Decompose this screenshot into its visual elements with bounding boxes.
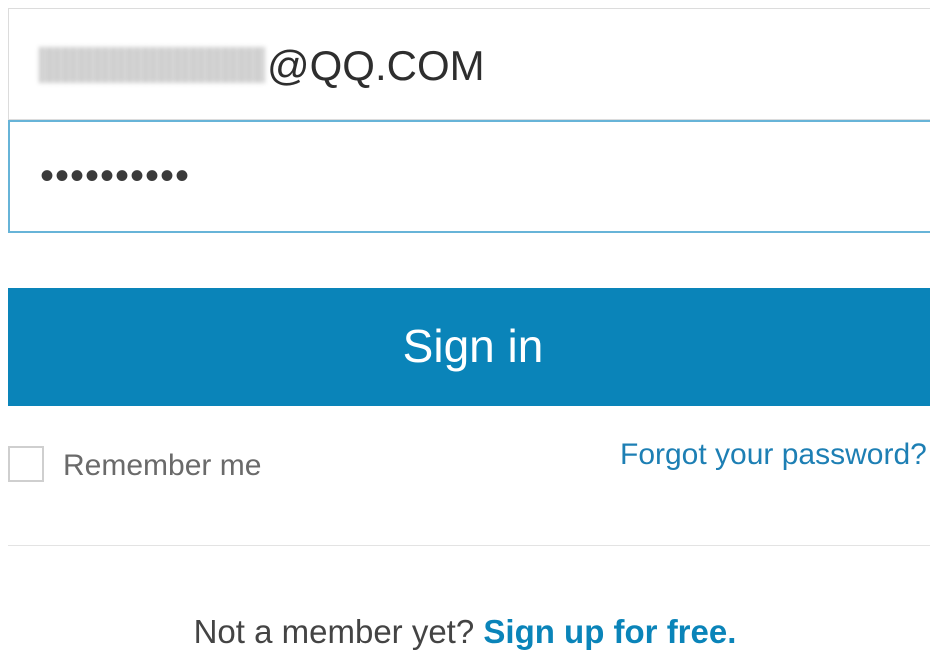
- email-value: @QQ.COM: [39, 42, 485, 90]
- sign-in-label: Sign in: [402, 320, 544, 372]
- redacted-email-user: [39, 46, 265, 83]
- password-field[interactable]: ••••••••••: [8, 120, 930, 233]
- login-form: @QQ.COM •••••••••• Sign in Remember me F…: [0, 0, 930, 651]
- email-domain-text: @QQ.COM: [267, 42, 485, 89]
- remember-me-checkbox[interactable]: [8, 446, 44, 482]
- signup-prompt: Not a member yet?: [193, 613, 475, 650]
- signup-link[interactable]: Sign up for free.: [483, 613, 736, 650]
- email-field[interactable]: @QQ.COM: [8, 8, 930, 120]
- remember-me-label[interactable]: Remember me: [63, 448, 261, 484]
- forgot-password-link[interactable]: Forgot your password?: [620, 437, 927, 473]
- sign-in-button[interactable]: Sign in: [8, 288, 930, 406]
- password-mask: ••••••••••: [40, 154, 191, 198]
- divider: [8, 545, 930, 546]
- signup-row: Not a member yet? Sign up for free.: [0, 612, 930, 651]
